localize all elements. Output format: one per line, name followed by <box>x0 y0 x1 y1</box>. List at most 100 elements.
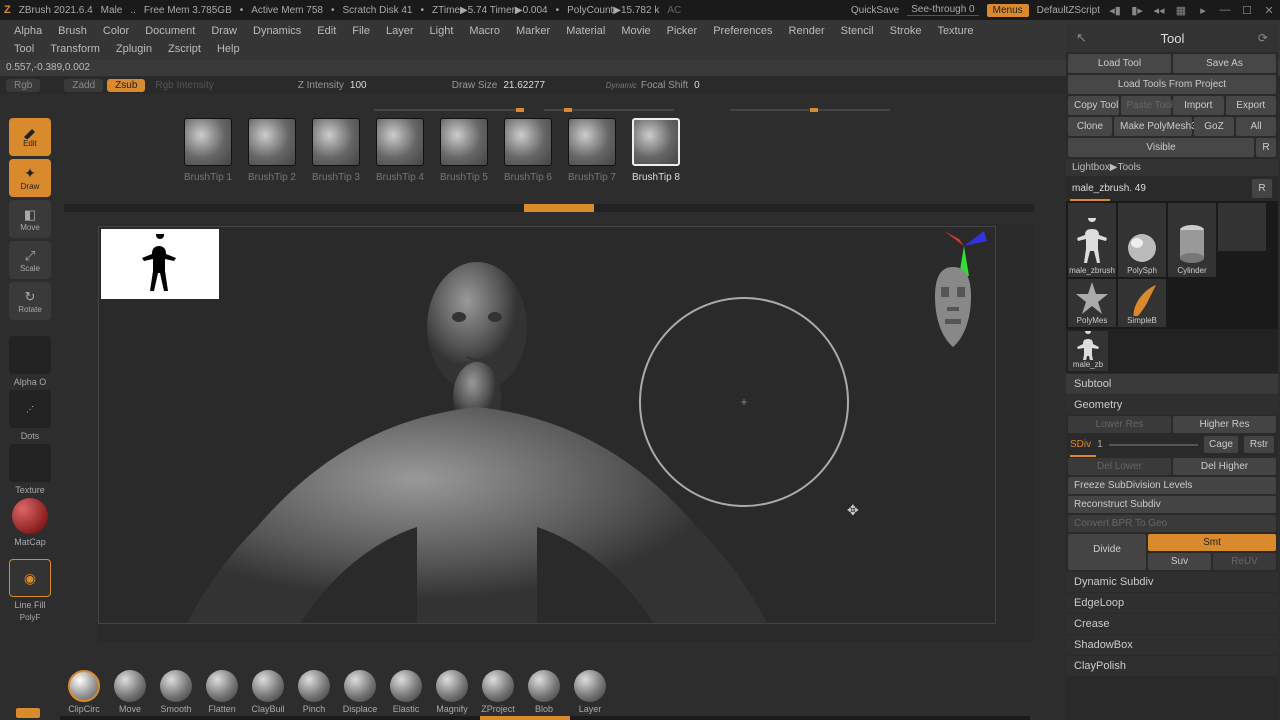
import-button[interactable]: Import <box>1173 96 1224 115</box>
lower-res-button[interactable]: Lower Res <box>1068 416 1171 433</box>
goz-all-button[interactable]: All <box>1236 117 1276 136</box>
subtool-small-item[interactable]: male_zb <box>1068 331 1108 371</box>
tool-name[interactable]: male_zbrush. 49 <box>1072 183 1252 194</box>
higher-res-button[interactable]: Higher Res <box>1173 416 1276 433</box>
material-swatch[interactable] <box>12 498 48 534</box>
reuv-button[interactable]: ReUV <box>1213 553 1276 570</box>
menu-render[interactable]: Render <box>781 22 833 40</box>
arrow-right-icon[interactable]: ▸ <box>1196 3 1210 17</box>
brushtip-7[interactable]: BrushTip 7 <box>568 118 616 183</box>
menu-material[interactable]: Material <box>558 22 613 40</box>
brushtip-6[interactable]: BrushTip 6 <box>504 118 552 183</box>
tool-r-button[interactable]: R <box>1252 179 1272 198</box>
menu-zplugin[interactable]: Zplugin <box>108 40 160 58</box>
reconstruct-subdiv-button[interactable]: Reconstruct Subdiv <box>1068 496 1276 513</box>
rstr-button[interactable]: Rstr <box>1244 436 1274 453</box>
move-button[interactable]: ◧Move <box>9 200 51 238</box>
brush-zproject[interactable]: ZProject <box>476 670 520 714</box>
shadowbox-section[interactable]: ShadowBox <box>1066 635 1278 655</box>
subtool-item-2[interactable]: Cylinder <box>1168 203 1216 277</box>
minimize-icon[interactable]: — <box>1218 3 1232 17</box>
brush-layer[interactable]: Layer <box>568 670 612 714</box>
goz-button[interactable]: GoZ <box>1194 117 1234 136</box>
paste-tool-button[interactable]: Paste Tool <box>1121 96 1172 115</box>
refresh-icon[interactable]: ⟳ <box>1258 31 1268 45</box>
menu-picker[interactable]: Picker <box>659 22 706 40</box>
brushtip-1[interactable]: BrushTip 1 <box>184 118 232 183</box>
copy-tool-button[interactable]: Copy Tool <box>1068 96 1119 115</box>
texture-slot[interactable] <box>9 444 51 482</box>
goz-visible-button[interactable]: Visible <box>1068 138 1254 157</box>
see-through-slider[interactable]: See-through 0 <box>907 4 978 16</box>
brush-magnify[interactable]: Magnify <box>430 670 474 714</box>
corner-button[interactable] <box>16 708 40 718</box>
del-lower-button[interactable]: Del Lower <box>1068 458 1171 475</box>
goz-r-button[interactable]: R <box>1256 138 1276 157</box>
menu-movie[interactable]: Movie <box>613 22 658 40</box>
maximize-icon[interactable]: ☐ <box>1240 3 1254 17</box>
divide-button[interactable]: Divide <box>1068 534 1146 570</box>
subtool-item-0[interactable]: male_zbrush <box>1068 203 1116 277</box>
cage-button[interactable]: Cage <box>1204 436 1238 453</box>
menu-edit[interactable]: Edit <box>309 22 344 40</box>
save-as-button[interactable]: Save As <box>1173 54 1276 73</box>
subtool-item-4[interactable]: PolyMes <box>1068 279 1116 327</box>
del-higher-button[interactable]: Del Higher <box>1173 458 1276 475</box>
brush-flatten[interactable]: Flatten <box>200 670 244 714</box>
draw-button[interactable]: ✦Draw <box>9 159 51 197</box>
lightbox-tools-button[interactable]: Lightbox▶Tools <box>1066 159 1278 176</box>
menu-alpha[interactable]: Alpha <box>6 22 50 40</box>
clone-button[interactable]: Clone <box>1068 117 1112 136</box>
freeze-subdiv-button[interactable]: Freeze SubDivision Levels <box>1068 477 1276 494</box>
menu-color[interactable]: Color <box>95 22 137 40</box>
export-button[interactable]: Export <box>1226 96 1277 115</box>
brushtip-4[interactable]: BrushTip 4 <box>376 118 424 183</box>
rgb-toggle[interactable]: Rgb <box>6 79 40 92</box>
brushtip-2[interactable]: BrushTip 2 <box>248 118 296 183</box>
pin-icon[interactable]: ↖ <box>1076 30 1087 46</box>
collapse-left-icon[interactable]: ◂◂ <box>1152 3 1166 17</box>
menu-draw[interactable]: Draw <box>203 22 245 40</box>
menu-file[interactable]: File <box>344 22 378 40</box>
claypolish-section[interactable]: ClayPolish <box>1066 656 1278 676</box>
rotate-button[interactable]: ↻Rotate <box>9 282 51 320</box>
menu-light[interactable]: Light <box>422 22 462 40</box>
brush-displace[interactable]: Displace <box>338 670 382 714</box>
edit-button[interactable]: Edit <box>9 118 51 156</box>
menu-stencil[interactable]: Stencil <box>833 22 882 40</box>
menu-brush[interactable]: Brush <box>50 22 95 40</box>
subtool-item-1[interactable]: PolySph <box>1118 203 1166 277</box>
scale-button[interactable]: ⤢Scale <box>9 241 51 279</box>
dynamic-subdiv-section[interactable]: Dynamic Subdiv <box>1066 572 1278 592</box>
brush-elastic[interactable]: Elastic <box>384 670 428 714</box>
menu-dynamics[interactable]: Dynamics <box>245 22 309 40</box>
default-zscript-button[interactable]: DefaultZScript <box>1037 5 1100 16</box>
stroke-slot[interactable]: ⋰ <box>9 390 51 428</box>
menu-texture[interactable]: Texture <box>929 22 981 40</box>
load-from-project-button[interactable]: Load Tools From Project <box>1068 75 1276 94</box>
geometry-section[interactable]: Geometry <box>1066 395 1278 415</box>
brushtip-5[interactable]: BrushTip 5 <box>440 118 488 183</box>
brush-claybuil[interactable]: ClayBuil <box>246 670 290 714</box>
layout-icon[interactable]: ▦ <box>1174 3 1188 17</box>
menu-marker[interactable]: Marker <box>508 22 558 40</box>
brush-smooth[interactable]: Smooth <box>154 670 198 714</box>
menu-tool[interactable]: Tool <box>6 40 42 58</box>
menu-macro[interactable]: Macro <box>461 22 508 40</box>
subtool-item-3[interactable] <box>1218 203 1266 251</box>
brush-palette-scrollbar[interactable] <box>60 716 1030 720</box>
smt-button[interactable]: Smt <box>1148 534 1276 551</box>
suv-button[interactable]: Suv <box>1148 553 1211 570</box>
crease-section[interactable]: Crease <box>1066 614 1278 634</box>
brushtip-8[interactable]: BrushTip 8 <box>632 118 680 183</box>
subtool-section[interactable]: Subtool <box>1066 374 1278 394</box>
brushtip-3[interactable]: BrushTip 3 <box>312 118 360 183</box>
make-polymesh-button[interactable]: Make PolyMesh3D <box>1114 117 1192 136</box>
brush-blob[interactable]: Blob <box>522 670 566 714</box>
zadd-toggle[interactable]: Zadd <box>64 79 103 92</box>
draw-size-slider[interactable]: Draw Size 21.62277 <box>452 80 602 91</box>
menu-stroke[interactable]: Stroke <box>882 22 930 40</box>
z-intensity-slider[interactable]: Z Intensity 100 <box>298 80 448 91</box>
brush-clipcirc[interactable]: ClipCirc <box>62 670 106 714</box>
subtool-item-5[interactable]: SimpleB <box>1118 279 1166 327</box>
